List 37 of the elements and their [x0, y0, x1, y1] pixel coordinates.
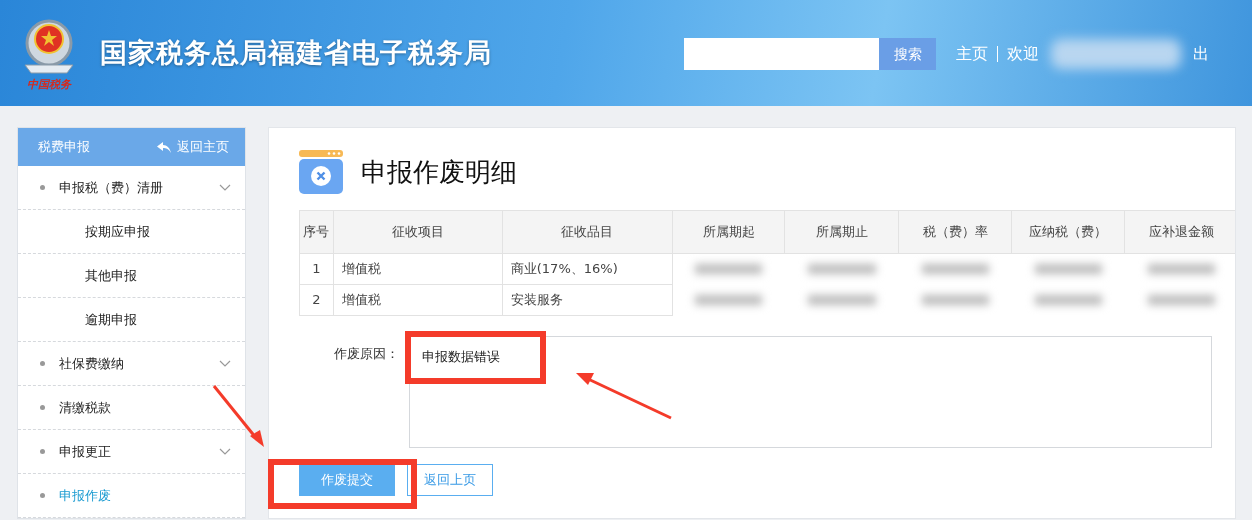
emblem-caption: 中国税务: [27, 78, 71, 90]
table-cell: 安装服务: [502, 284, 673, 316]
blurred-value: [1147, 264, 1215, 274]
blurred-value: [808, 264, 876, 274]
annotation-arrow: [212, 384, 266, 448]
cancel-document-icon: [299, 150, 345, 194]
table-cell: 2: [299, 284, 334, 316]
chevron-down-icon: [219, 448, 231, 455]
column-header: 征收项目: [333, 210, 503, 254]
reason-label: 作废原因：: [333, 345, 400, 363]
blurred-value: [695, 264, 763, 274]
column-header: 征收品目: [502, 210, 673, 254]
search-field[interactable]: [684, 38, 879, 70]
column-header: 所属期止: [785, 210, 899, 254]
column-header: 税（费）率: [898, 210, 1012, 254]
table-cell: 商业(17%、16%): [502, 253, 673, 285]
column-header: 序号: [299, 210, 334, 254]
table-cell: 1: [299, 253, 334, 285]
blurred-value: [1034, 264, 1102, 274]
chevron-down-icon: [219, 360, 231, 367]
table-cell: 增值税: [333, 253, 503, 285]
blurred-value: [921, 295, 989, 305]
column-header: 应纳税（费）: [1011, 210, 1125, 254]
blurred-value: [921, 264, 989, 274]
page-title: 申报作废明细: [361, 155, 517, 189]
reason-field[interactable]: 申报数据错误: [409, 336, 1212, 448]
column-header: 应补退金额: [1124, 210, 1235, 254]
site-title: 国家税务总局福建省电子税务局: [100, 35, 492, 70]
sidebar-title: 税费申报: [38, 138, 90, 157]
blurred-value: [808, 295, 876, 305]
reply-icon: [157, 141, 171, 153]
blurred-value: [695, 295, 763, 305]
blurred-value: [1147, 295, 1215, 305]
column-header: 所属期起: [672, 210, 785, 254]
chevron-down-icon: [219, 184, 231, 191]
table-cell: 增值税: [333, 284, 503, 316]
blurred-value: [1034, 295, 1102, 305]
